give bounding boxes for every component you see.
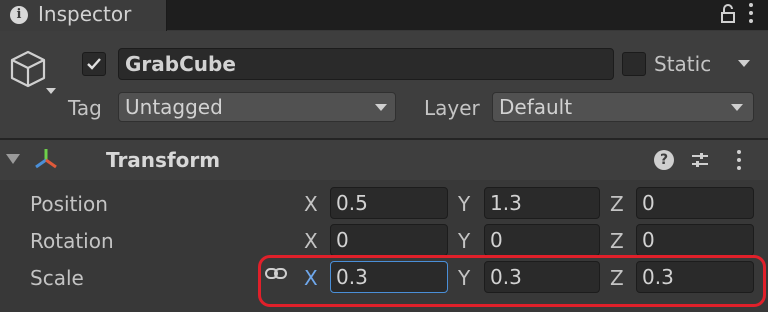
presets-icon[interactable] [690, 150, 710, 175]
layer-value: Default [499, 95, 573, 119]
position-z-input[interactable]: 0 [636, 187, 754, 219]
position-y-input[interactable]: 1.3 [484, 187, 600, 219]
scale-label: Scale [30, 266, 84, 290]
static-label: Static [654, 52, 712, 76]
foldout-arrow-icon[interactable] [6, 154, 20, 164]
rotation-label: Rotation [30, 229, 114, 253]
scale-highlight-box [258, 255, 766, 307]
rotation-z-input[interactable]: 0 [636, 224, 754, 256]
tag-value: Untagged [125, 95, 223, 119]
rotation-y-label[interactable]: Y [458, 229, 470, 253]
tab-inspector-label: Inspector [38, 2, 132, 26]
tag-label: Tag [68, 96, 102, 120]
static-checkbox[interactable] [622, 52, 646, 76]
rotation-x-label[interactable]: X [304, 229, 318, 253]
tag-dropdown[interactable]: Untagged [118, 92, 396, 122]
chevron-down-icon [375, 104, 387, 111]
gameobject-cube-icon[interactable] [8, 48, 58, 103]
info-icon: i [10, 6, 28, 24]
rotation-z-label[interactable]: Z [610, 229, 624, 253]
transform-title: Transform [106, 148, 221, 172]
help-icon[interactable]: ? [654, 150, 674, 170]
rotation-x-input[interactable]: 0 [330, 224, 448, 256]
position-x-label[interactable]: X [304, 192, 318, 216]
position-label: Position [30, 192, 108, 216]
layer-dropdown[interactable]: Default [492, 92, 754, 122]
transform-axes-icon [32, 146, 60, 179]
static-dropdown-icon[interactable] [738, 60, 750, 67]
chevron-down-icon [731, 104, 743, 111]
position-y-label[interactable]: Y [458, 192, 470, 216]
tab-menu-icon[interactable] [748, 3, 754, 27]
position-x-input[interactable]: 0.5 [330, 187, 448, 219]
rotation-y-input[interactable]: 0 [484, 224, 600, 256]
position-z-label[interactable]: Z [610, 192, 624, 216]
object-name-input[interactable]: GrabCube [118, 48, 614, 80]
component-menu-icon[interactable] [736, 150, 742, 174]
tab-inspector[interactable]: i Inspector [0, 0, 167, 31]
lock-icon[interactable] [720, 4, 736, 29]
layer-label: Layer [424, 96, 480, 120]
checkmark-icon [87, 58, 101, 70]
active-checkbox[interactable] [82, 52, 106, 76]
